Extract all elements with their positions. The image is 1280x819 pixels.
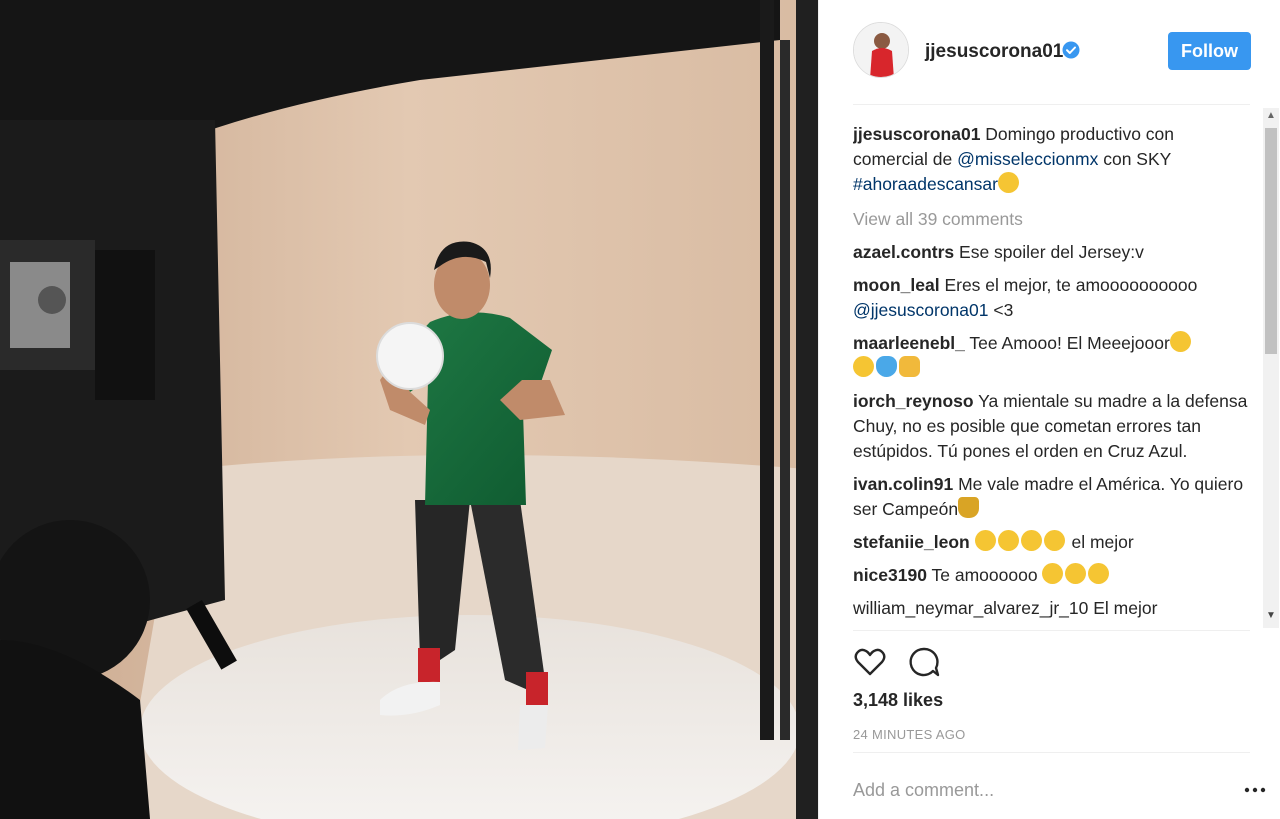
divider [853,630,1250,631]
caption-text-2: con SKY [1098,149,1171,169]
post-side-panel: jjesuscorona01 Follow jjesuscorona01 Dom… [818,0,1280,819]
avatar[interactable] [853,22,909,78]
heart-eyes-emoji [1020,530,1042,551]
sleepy-emoji [997,172,1019,193]
comment-text: el mejor [1066,532,1134,552]
comments-scrollbar[interactable]: ▲ ▼ [1263,108,1279,628]
more-options-icon[interactable] [1243,778,1267,802]
list-item: stefaniie_leon el mejor [853,530,1251,555]
follow-button[interactable]: Follow [1168,32,1251,70]
avatar-image [854,23,908,77]
heart-eyes-emoji [997,530,1019,551]
scroll-down-arrow-icon[interactable]: ▼ [1263,610,1279,624]
list-item: nice3190 Te amoooooo [853,563,1251,588]
divider [853,104,1250,105]
heart-eyes-emoji [853,356,874,377]
list-item: maarleenebl_ Tee Amooo! El Meeejooor [853,331,1251,381]
blue-heart-emoji [876,356,897,377]
comment-username[interactable]: maarleenebl_ [853,333,965,353]
comment-partial-text: william_neymar_alvarez_jr_10 El mejor [853,598,1158,618]
caption-mention[interactable]: @misseleccionmx [957,149,1098,169]
view-all-comments-link[interactable]: View all 39 comments [853,207,1251,232]
comment-text-after: <3 [988,300,1014,320]
comment-text: Tee Amooo! El Meeejooor [969,333,1170,353]
comment-username[interactable]: ivan.colin91 [853,474,953,494]
comment-username[interactable]: stefaniie_leon [853,532,970,552]
post-timestamp[interactable]: 24 MINUTES AGO [853,727,966,742]
post-photo[interactable] [0,0,818,819]
scroll-up-arrow-icon[interactable]: ▲ [1263,110,1279,124]
verified-badge-icon [1062,41,1080,59]
list-item: moon_leal Eres el mejor, te amoooooooooo… [853,273,1251,323]
trophy-emoji [958,497,980,518]
list-item: ivan.colin91 Me vale madre el América. Y… [853,472,1251,522]
divider [853,752,1250,753]
list-item: azael.contrs Ese spoiler del Jersey:v [853,240,1251,265]
list-item: iorch_reynoso Ya mientale su madre a la … [853,389,1251,464]
list-item-partial: william_neymar_alvarez_jr_10 El mejor [853,596,1251,621]
comment-username[interactable]: iorch_reynoso [853,391,974,411]
post-caption: jjesuscorona01 Domingo productivo con co… [853,122,1251,197]
heart-eyes-emoji [1065,563,1087,584]
header-username[interactable]: jjesuscorona01 [925,41,1063,63]
heart-eyes-emoji [1043,530,1065,551]
scrollbar-thumb[interactable] [1265,128,1277,354]
add-comment-input[interactable] [853,775,1213,805]
comment-username[interactable]: moon_leal [853,275,940,295]
heart-eyes-emoji [1169,331,1191,352]
heart-eyes-emoji [974,530,996,551]
post-header: jjesuscorona01 Follow [819,0,1280,104]
comment-text: Eres el mejor, te amoooooooooo [944,275,1198,295]
likes-count[interactable]: 3,148 likes [853,690,943,711]
caption-username[interactable]: jjesuscorona01 [853,124,980,144]
clap-emoji [899,356,920,377]
comment-text: Te amoooooo [931,565,1043,585]
heart-eyes-emoji [1088,563,1110,584]
comment-username[interactable]: azael.contrs [853,242,954,262]
heart-eyes-emoji [1042,563,1064,584]
studio-photo-illustration [0,0,818,819]
comments-list[interactable]: jjesuscorona01 Domingo productivo con co… [853,122,1251,628]
comment-text: Ese spoiler del Jersey:v [959,242,1144,262]
comment-bubble-icon[interactable] [907,645,941,679]
comment-mention[interactable]: @jjesuscorona01 [853,300,988,320]
comment-username[interactable]: nice3190 [853,565,927,585]
heart-icon[interactable] [853,645,887,679]
caption-hashtag[interactable]: #ahoraadescansar [853,174,998,194]
